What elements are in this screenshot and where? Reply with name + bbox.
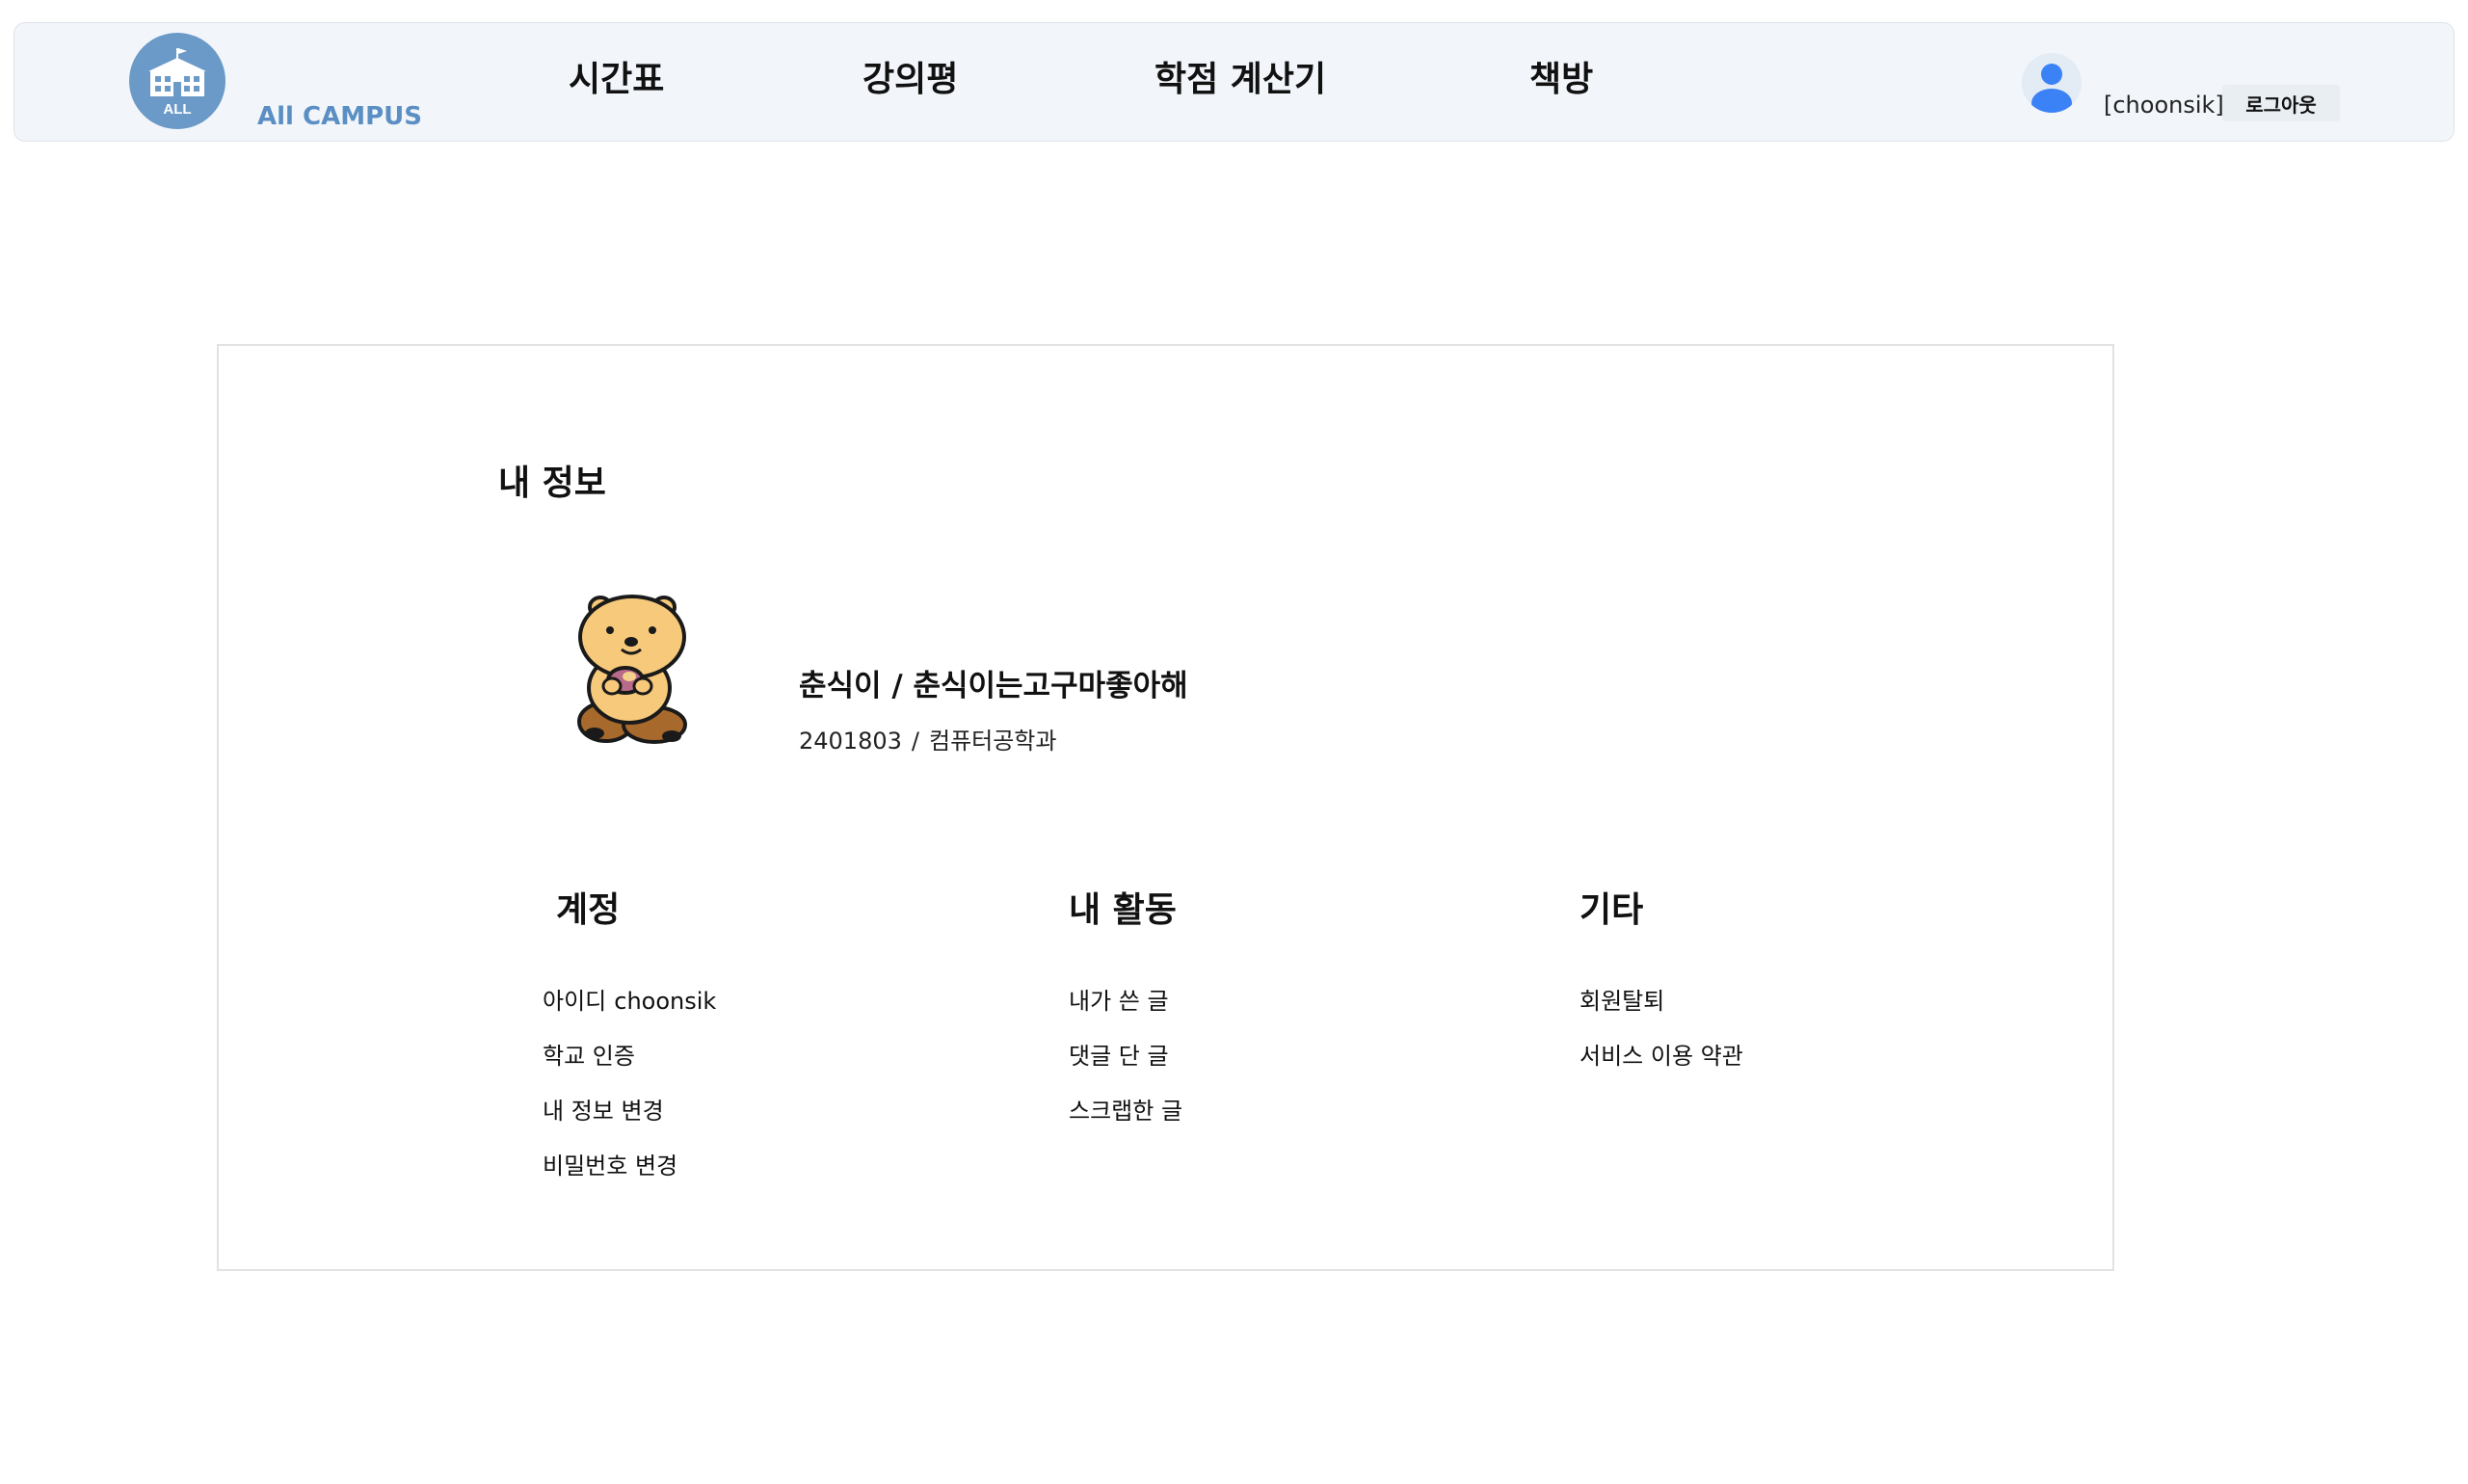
profile-name: 춘식이 / 춘식이는고구마좋아해 xyxy=(799,669,1188,703)
logo[interactable]: ALL xyxy=(129,33,226,129)
commented-posts-link[interactable]: 댓글 단 글 xyxy=(1069,1042,1182,1097)
change-password-link[interactable]: 비밀번호 변경 xyxy=(543,1152,716,1206)
account-menu: 아이디 choonsik 학교 인증 내 정보 변경 비밀번호 변경 xyxy=(543,987,716,1206)
user-avatar-icon[interactable] xyxy=(2022,53,2082,113)
nav-timetable[interactable]: 시간표 xyxy=(569,63,664,97)
terms-of-service-link[interactable]: 서비스 이용 약관 xyxy=(1579,1042,1743,1097)
etc-menu: 회원탈퇴 서비스 이용 약관 xyxy=(1579,987,1743,1097)
section-title: 내 정보 xyxy=(498,464,606,503)
top-navigation-bar: ALL All CAMPUS 시간표 강의평 학점 계산기 책방 [choons… xyxy=(13,22,2455,142)
activity-section-title: 내 활동 xyxy=(1069,890,1177,930)
my-info-card: 내 정보 춘식이 / 춘식이는고구마좋아해 2401803 / 컴퓨터공학과 계… xyxy=(217,344,2114,1271)
edit-profile-link[interactable]: 내 정보 변경 xyxy=(543,1097,716,1152)
user-id-item: 아이디 choonsik xyxy=(543,987,716,1042)
logo-text: ALL xyxy=(163,101,191,118)
nav-gpa-calculator[interactable]: 학점 계산기 xyxy=(1154,63,1326,97)
profile-character-image xyxy=(566,582,701,751)
logout-button[interactable]: 로그아웃 xyxy=(2222,85,2340,121)
scrapped-posts-link[interactable]: 스크랩한 글 xyxy=(1069,1097,1182,1152)
account-section-title: 계정 xyxy=(556,890,621,930)
user-name: [choonsik] xyxy=(2104,92,2224,119)
school-verification-link[interactable]: 학교 인증 xyxy=(543,1042,716,1097)
etc-section-title: 기타 xyxy=(1579,890,1644,930)
withdraw-account-link[interactable]: 회원탈퇴 xyxy=(1579,987,1743,1042)
user-id-label: 아이디 xyxy=(543,988,607,1015)
activity-menu: 내가 쓴 글 댓글 단 글 스크랩한 글 xyxy=(1069,987,1182,1152)
user-id-value: choonsik xyxy=(614,988,717,1015)
brand-name[interactable]: All CAMPUS xyxy=(257,104,422,129)
nav-course-reviews[interactable]: 강의평 xyxy=(862,63,958,97)
department: 컴퓨터공학과 xyxy=(928,728,1057,755)
school-building-icon: ALL xyxy=(148,48,206,118)
nav-bookstore[interactable]: 책방 xyxy=(1529,63,1593,97)
profile-detail: 2401803 / 컴퓨터공학과 xyxy=(799,729,1056,753)
separator: / xyxy=(911,728,919,755)
my-posts-link[interactable]: 내가 쓴 글 xyxy=(1069,987,1182,1042)
student-id: 2401803 xyxy=(799,728,902,755)
